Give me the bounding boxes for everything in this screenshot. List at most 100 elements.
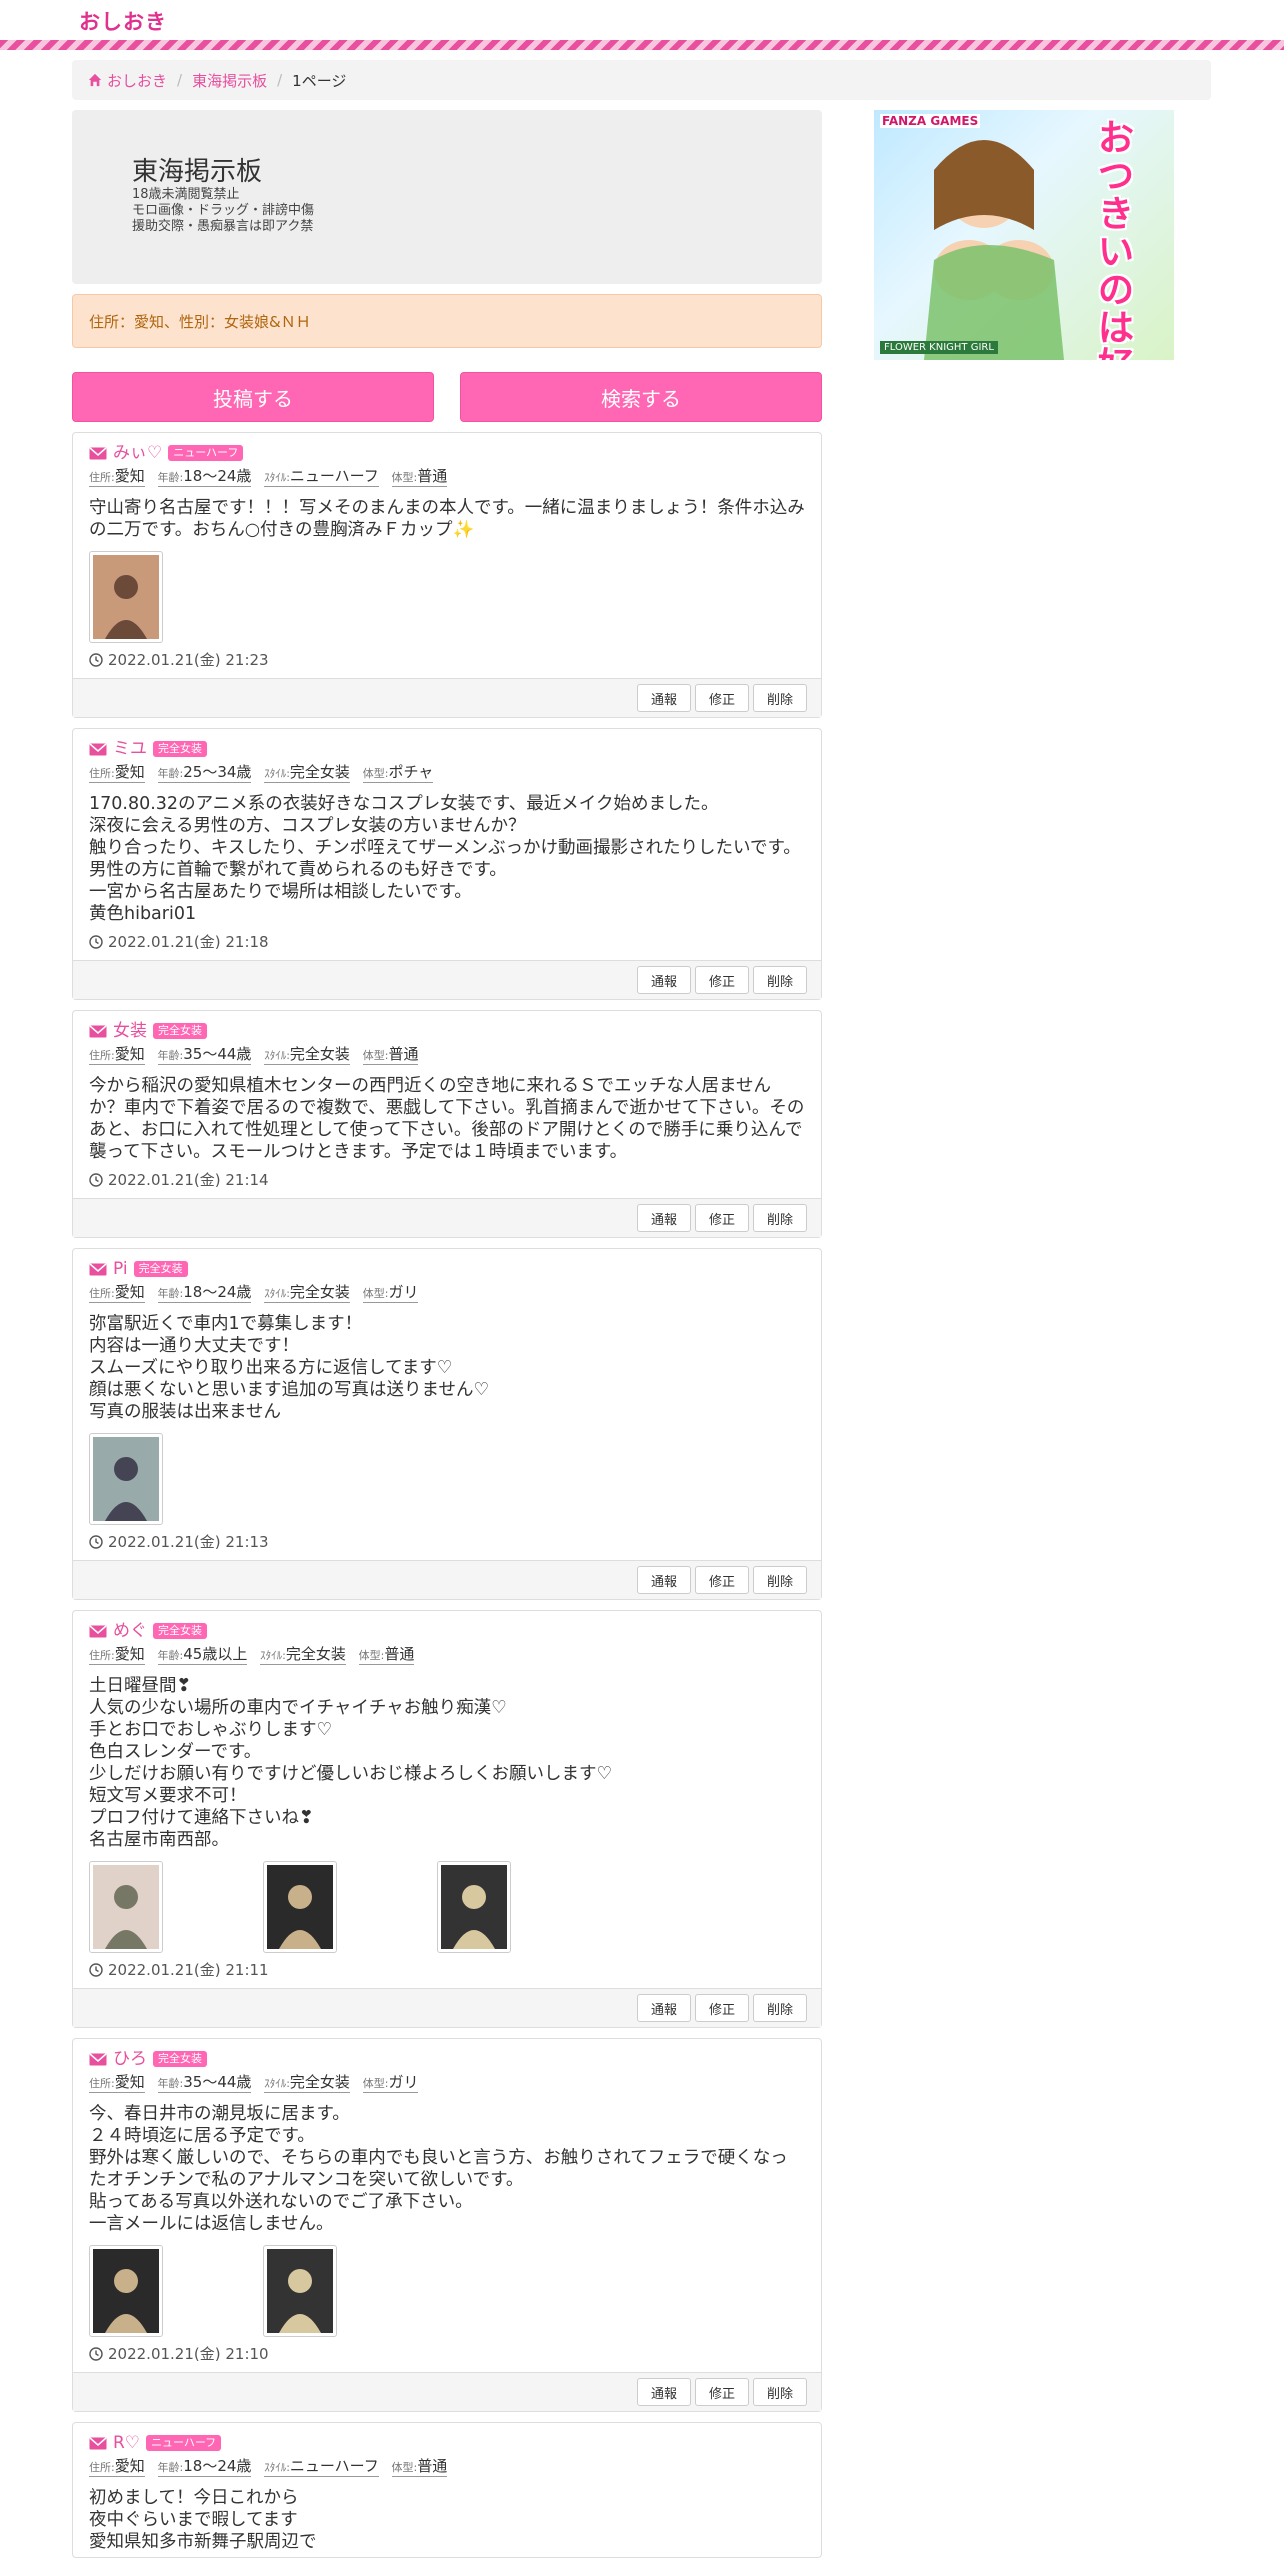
post-actions: 通報 修正 削除 [73, 1988, 821, 2027]
report-button[interactable]: 通報 [637, 684, 691, 712]
post-header: ひろ 完全女装 [89, 2049, 805, 2069]
post-thumbnail[interactable] [89, 1433, 163, 1525]
meta-address: 住所:愛知 [89, 467, 145, 487]
poster-name[interactable]: ミユ [113, 739, 147, 759]
edit-button[interactable]: 修正 [695, 1566, 749, 1594]
post-card: 女装 完全女装 住所:愛知 年齢:35〜44歳 ｽﾀｲﾙ:完全女装 体型:普通 … [72, 1010, 822, 1238]
post-thumbnail[interactable] [89, 2245, 163, 2337]
mail-icon[interactable] [89, 1024, 107, 1038]
meta-style: ｽﾀｲﾙ:完全女装 [264, 1045, 350, 1065]
meta-body: 体型:ポチャ [362, 763, 434, 783]
breadcrumb-separator: / [277, 71, 283, 89]
breadcrumb-board-link[interactable]: 東海掲示板 [192, 70, 267, 91]
photo-placeholder [441, 1865, 507, 1949]
post-card: Pi 完全女装 住所:愛知 年齢:18〜24歳 ｽﾀｲﾙ:完全女装 体型:ガリ … [72, 1248, 822, 1600]
post-thumbnails [89, 1861, 805, 1953]
delete-button[interactable]: 削除 [753, 966, 807, 994]
meta-style: ｽﾀｲﾙ:完全女装 [264, 1283, 350, 1303]
rule-line: 援助交際・愚痴暴言は即アク禁 [132, 218, 314, 234]
main-column: 東海掲示板 18歳未満閲覧禁止 モロ画像・ドラッグ・誹謗中傷 援助交際・愚痴暴言… [72, 110, 822, 2558]
search-button[interactable]: 検索する [460, 372, 822, 422]
post-message: 守山寄り名古屋です！！！写メそのまんまの本人です。一緒に温まりましょう！条件ホ込… [89, 498, 805, 540]
poster-name[interactable]: Pi [113, 1259, 128, 1279]
report-button[interactable]: 通報 [637, 1994, 691, 2022]
top-navbar: おしおき [0, 0, 1284, 40]
report-button[interactable]: 通報 [637, 2378, 691, 2406]
photo-placeholder [93, 555, 159, 639]
meta-address: 住所:愛知 [89, 1283, 145, 1303]
meta-age: 年齢:45歳以上 [157, 1645, 248, 1665]
post-thumbnail[interactable] [437, 1861, 511, 1953]
breadcrumb-separator: / [177, 71, 183, 89]
delete-button[interactable]: 削除 [753, 1566, 807, 1594]
poster-name[interactable]: みぃ♡ [113, 443, 162, 463]
poster-name[interactable]: R♡ [113, 2433, 140, 2453]
photo-placeholder [267, 2249, 333, 2333]
mail-icon[interactable] [89, 1262, 107, 1276]
decorative-stripe [0, 40, 1284, 50]
post-message: 弥富駅近くで車内1で募集します！ 内容は一通り大丈夫です！ スムーズにやり取り出… [89, 1314, 490, 1422]
post-thumbnail[interactable] [89, 551, 163, 643]
clock-icon [89, 1172, 103, 1187]
photo-placeholder [267, 1865, 333, 1949]
post-button[interactable]: 投稿する [72, 372, 434, 422]
brand-logo[interactable]: おしおき [79, 6, 167, 36]
poster-name[interactable]: ひろ [113, 2049, 147, 2069]
post-card: R♡ ニューハーフ 住所:愛知 年齢:18〜24歳 ｽﾀｲﾙ:ニューハーフ 体型… [72, 2422, 822, 2558]
ad-footer: FLOWER KNIGHT GIRL [880, 341, 998, 354]
ad-title: おつきいのは好きですか？ [1098, 118, 1135, 361]
edit-button[interactable]: 修正 [695, 1994, 749, 2022]
post-thumbnail[interactable] [263, 1861, 337, 1953]
delete-button[interactable]: 削除 [753, 1994, 807, 2022]
meta-body: 体型:ガリ [362, 1283, 419, 1303]
post-timestamp: 2022.01.21(金) 21:10 [108, 2345, 269, 2363]
post-actions: 通報 修正 削除 [73, 1560, 821, 1599]
delete-button[interactable]: 削除 [753, 684, 807, 712]
meta-body: 体型:普通 [391, 2457, 448, 2477]
breadcrumb: おしおき / 東海掲示板 / 1ページ [72, 60, 1211, 100]
post-thumbnails [89, 2245, 805, 2337]
post-message: 170.80.32のアニメ系の衣装好きなコスプレ女装です、最近メイク始めました。… [89, 794, 801, 924]
edit-button[interactable]: 修正 [695, 684, 749, 712]
post-date: 2022.01.21(金) 21:23 [89, 649, 805, 670]
meta-style: ｽﾀｲﾙ:ニューハーフ [264, 467, 379, 487]
post-actions: 通報 修正 削除 [73, 2372, 821, 2411]
post-timestamp: 2022.01.21(金) 21:13 [108, 1533, 269, 1551]
breadcrumb-current-page: 1ページ [292, 71, 347, 90]
edit-button[interactable]: 修正 [695, 966, 749, 994]
post-header: ミユ 完全女装 [89, 739, 805, 759]
poster-name[interactable]: めぐ [113, 1621, 147, 1641]
ad-banner[interactable]: FANZA GAMES おつきいのは好きですか？ FLOWER KNIGHT G… [874, 110, 1174, 360]
mail-icon[interactable] [89, 1624, 107, 1638]
mail-icon[interactable] [89, 446, 107, 460]
action-buttons: 投稿する 検索する [72, 372, 822, 422]
mail-icon[interactable] [89, 2052, 107, 2066]
post-header: Pi 完全女装 [89, 1259, 805, 1279]
category-badge: ニューハーフ [168, 445, 244, 461]
post-thumbnail[interactable] [89, 1861, 163, 1953]
meta-address: 住所:愛知 [89, 763, 145, 783]
meta-address: 住所:愛知 [89, 2457, 145, 2477]
meta-address: 住所:愛知 [89, 2073, 145, 2093]
delete-button[interactable]: 削除 [753, 1204, 807, 1232]
meta-age: 年齢:25〜34歳 [157, 763, 252, 783]
meta-age: 年齢:18〜24歳 [157, 467, 252, 487]
edit-button[interactable]: 修正 [695, 2378, 749, 2406]
mail-icon[interactable] [89, 742, 107, 756]
post-header: R♡ ニューハーフ [89, 2433, 805, 2453]
breadcrumb-home-link[interactable]: おしおき [107, 70, 167, 91]
delete-button[interactable]: 削除 [753, 2378, 807, 2406]
category-badge: 完全女装 [153, 1623, 207, 1639]
post-meta: 住所:愛知 年齢:35〜44歳 ｽﾀｲﾙ:完全女装 体型:普通 [89, 1043, 805, 1065]
mail-icon[interactable] [89, 2436, 107, 2450]
post-date: 2022.01.21(金) 21:11 [89, 1959, 805, 1980]
post-actions: 通報 修正 削除 [73, 1198, 821, 1237]
report-button[interactable]: 通報 [637, 1204, 691, 1232]
clock-icon [89, 652, 103, 667]
post-thumbnail[interactable] [263, 2245, 337, 2337]
report-button[interactable]: 通報 [637, 1566, 691, 1594]
edit-button[interactable]: 修正 [695, 1204, 749, 1232]
report-button[interactable]: 通報 [637, 966, 691, 994]
poster-name[interactable]: 女装 [113, 1021, 147, 1041]
page-title: 東海掲示板 [132, 157, 263, 187]
